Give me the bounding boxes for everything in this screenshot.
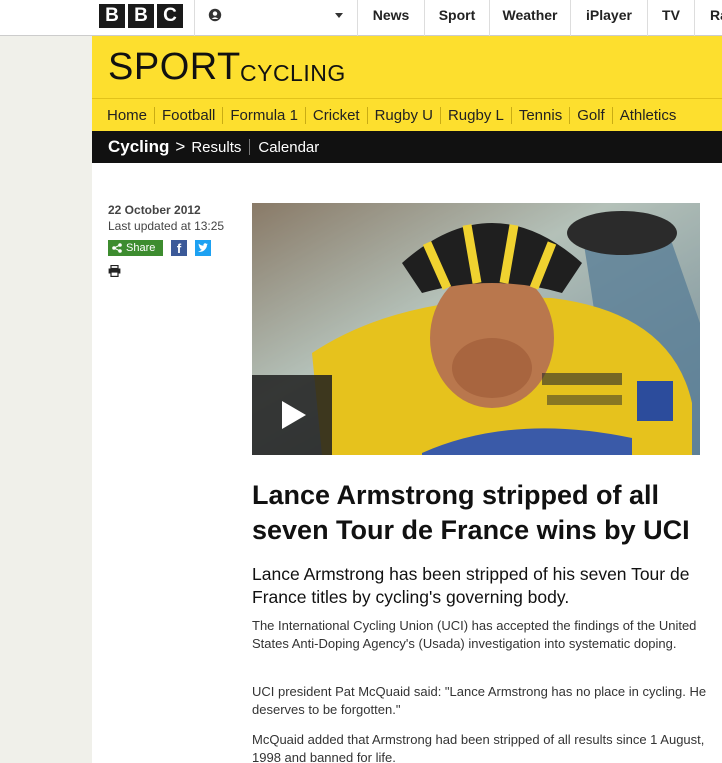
share-icon bbox=[112, 243, 122, 253]
global-nav-news[interactable]: News bbox=[358, 0, 424, 36]
chevron-right-icon: > bbox=[175, 137, 186, 156]
share-button-label: Share bbox=[126, 242, 156, 254]
bbc-logo-letter: B bbox=[128, 4, 154, 28]
article-introduction: Lance Armstrong has been stripped of his… bbox=[252, 564, 690, 607]
bbc-logo-letter: C bbox=[157, 4, 183, 28]
caret-down-icon[interactable] bbox=[335, 13, 343, 18]
cycling-sub-navigation: Cycling > Results Calendar bbox=[92, 131, 722, 163]
twitter-icon[interactable] bbox=[195, 240, 211, 256]
sub-nav-calendar[interactable]: Calendar bbox=[258, 139, 327, 156]
sub-nav-results[interactable]: Results bbox=[191, 139, 249, 156]
sport-section-title[interactable]: CYCLING bbox=[240, 60, 346, 87]
global-navigation-bar: B B C News Sport Weather iPlayer TV Ra bbox=[0, 0, 722, 36]
sub-nav-section-cycling[interactable]: Cycling bbox=[108, 137, 169, 157]
sport-nav-home[interactable]: Home bbox=[100, 106, 156, 124]
article-paragraph: McQuaid added that Armstrong had been st… bbox=[252, 732, 705, 763]
video-play-button[interactable] bbox=[252, 375, 332, 455]
article-headline: Lance Armstrong stripped of all seven To… bbox=[252, 480, 690, 545]
sub-nav-divider bbox=[249, 139, 251, 155]
play-icon bbox=[282, 401, 306, 429]
bbc-logo-letter: B bbox=[99, 4, 125, 28]
nav-divider bbox=[694, 0, 695, 36]
article-hero-image[interactable] bbox=[252, 203, 700, 455]
user-icon[interactable] bbox=[208, 8, 222, 22]
share-button[interactable]: Share bbox=[108, 240, 163, 256]
sport-nav-formula-1[interactable]: Formula 1 bbox=[223, 106, 306, 124]
sport-nav-rugby-union[interactable]: Rugby U bbox=[368, 106, 441, 124]
global-nav-radio[interactable]: Ra bbox=[710, 0, 722, 36]
global-nav-sport[interactable]: Sport bbox=[425, 0, 489, 36]
global-nav-tv[interactable]: TV bbox=[648, 0, 694, 36]
article-paragraph: The International Cycling Union (UCI) ha… bbox=[252, 618, 697, 651]
sport-nav-tennis[interactable]: Tennis bbox=[512, 106, 571, 124]
sport-title[interactable]: SPORT bbox=[108, 46, 241, 89]
sport-nav-rugby-league[interactable]: Rugby L bbox=[441, 106, 512, 124]
facebook-icon[interactable]: f bbox=[171, 240, 187, 256]
sport-nav-athletics[interactable]: Athletics bbox=[613, 107, 684, 124]
nav-divider bbox=[194, 0, 195, 36]
print-icon[interactable] bbox=[108, 265, 121, 277]
sport-nav-cricket[interactable]: Cricket bbox=[306, 106, 368, 124]
article-paragraph: UCI president Pat McQuaid said: "Lance A… bbox=[252, 684, 707, 717]
sport-nav-football[interactable]: Football bbox=[155, 106, 224, 124]
article-date: 22 October 2012 bbox=[108, 203, 201, 217]
global-nav-weather[interactable]: Weather bbox=[490, 0, 570, 36]
sport-navigation: Home Football Formula 1 Cricket Rugby U … bbox=[92, 98, 722, 131]
bbc-logo[interactable]: B B C bbox=[99, 4, 183, 28]
global-nav-iplayer[interactable]: iPlayer bbox=[571, 0, 647, 36]
article-last-updated: Last updated at 13:25 bbox=[108, 219, 225, 233]
sport-nav-golf[interactable]: Golf bbox=[570, 106, 613, 124]
sport-header: SPORT CYCLING bbox=[92, 36, 722, 98]
